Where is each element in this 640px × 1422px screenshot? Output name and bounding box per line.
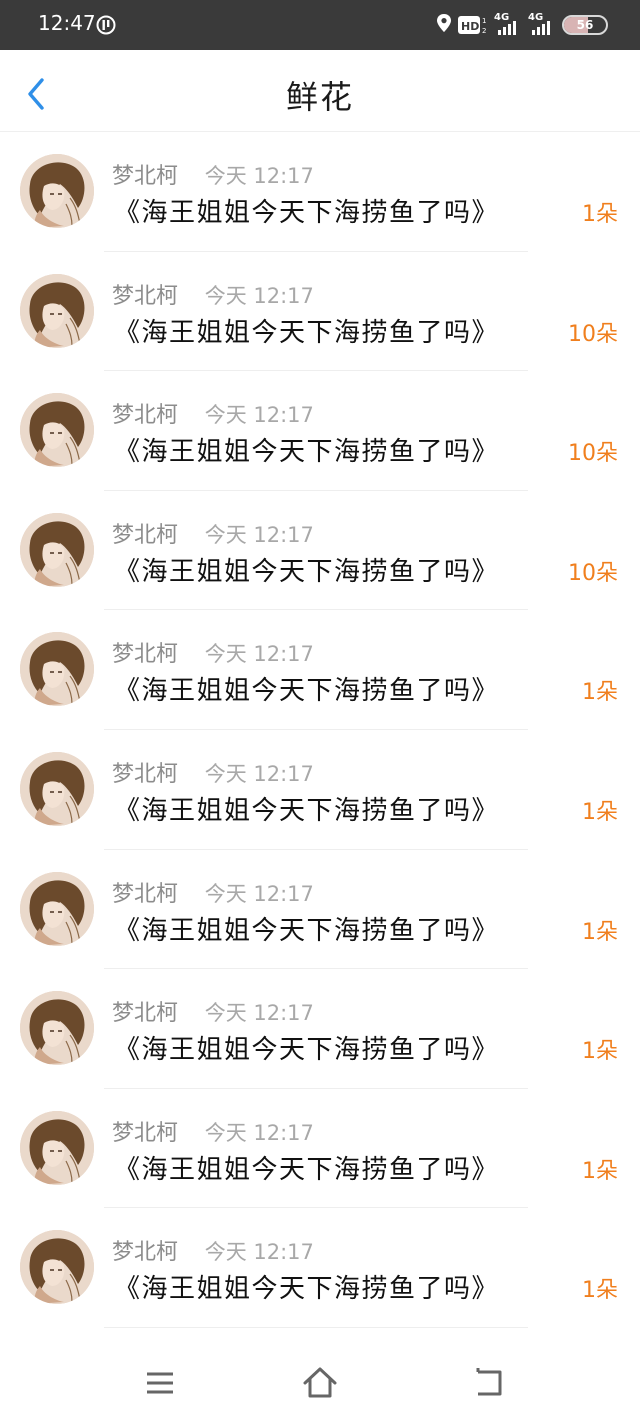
list-item[interactable]: 梦北柯 今天 12:17 《海王姐姐今天下海捞鱼了吗》 10朵 xyxy=(0,491,640,611)
notification-icon xyxy=(96,15,116,35)
battery-level: 56 xyxy=(576,18,594,32)
avatar[interactable] xyxy=(20,1230,94,1305)
record-meta: 梦北柯 今天 12:17 xyxy=(112,1115,314,1147)
book-title: 《海王姐姐今天下海捞鱼了吗》 xyxy=(114,198,500,228)
sender-name: 梦北柯 xyxy=(112,761,179,787)
divider xyxy=(104,1326,528,1328)
list-item[interactable]: 梦北柯 今天 12:17 《海王姐姐今天下海捞鱼了吗》 1朵 xyxy=(0,969,640,1089)
sender-name: 梦北柯 xyxy=(112,1120,179,1146)
book-title: 《海王姐姐今天下海捞鱼了吗》 xyxy=(114,1154,500,1185)
status-icons: HD 1 2 4G 4G 56 xyxy=(436,12,608,38)
flower-count: 1朵 xyxy=(582,1158,618,1184)
record-meta: 梦北柯 今天 12:17 xyxy=(112,876,314,908)
avatar[interactable] xyxy=(20,154,94,228)
flower-count: 10朵 xyxy=(568,560,618,586)
avatar[interactable] xyxy=(20,871,94,946)
sender-name: 梦北柯 xyxy=(112,283,179,309)
list-item[interactable]: 梦北柯 今天 12:17 《海王姐姐今天下海捞鱼了吗》 1朵 xyxy=(0,850,640,970)
menu-button[interactable] xyxy=(143,1366,177,1400)
record-meta: 梦北柯 今天 12:17 xyxy=(112,756,314,788)
book-title: 《海王姐姐今天下海捞鱼了吗》 xyxy=(114,1035,500,1066)
header-bar: 鲜花 xyxy=(0,50,640,132)
page-title: 鲜花 xyxy=(285,78,354,116)
return-icon xyxy=(476,1368,502,1396)
record-time: 今天 12:17 xyxy=(204,1120,314,1145)
hd-icon: HD 1 2 xyxy=(458,15,488,35)
list-item[interactable]: 梦北柯 今天 12:17 《海王姐姐今天下海捞鱼了吗》 1朵 xyxy=(0,1089,640,1209)
book-title: 《海王姐姐今天下海捞鱼了吗》 xyxy=(114,437,500,468)
book-title: 《海王姐姐今天下海捞鱼了吗》 xyxy=(114,556,500,587)
record-meta: 梦北柯 今天 12:17 xyxy=(112,278,314,310)
list-item[interactable]: 梦北柯 今天 12:17 《海王姐姐今天下海捞鱼了吗》 1朵 xyxy=(0,730,640,850)
sender-name: 梦北柯 xyxy=(112,403,179,429)
avatar[interactable] xyxy=(20,512,94,587)
record-meta: 梦北柯 今天 12:17 xyxy=(112,636,314,668)
list-item[interactable]: 梦北柯 今天 12:17 《海王姐姐今天下海捞鱼了吗》 1朵 xyxy=(0,610,640,730)
record-time: 今天 12:17 xyxy=(204,881,314,906)
signal-icon-1: 4G xyxy=(494,13,522,36)
battery-icon: 56 xyxy=(562,15,608,35)
flower-record-list: 梦北柯 今天 12:17 《海王姐姐今天下海捞鱼了吗》 1朵 梦北柯 今天 12… xyxy=(0,132,640,1328)
flower-count: 1朵 xyxy=(582,202,618,227)
record-meta: 梦北柯 今天 12:17 xyxy=(112,397,314,429)
avatar[interactable] xyxy=(20,632,94,707)
book-title: 《海王姐姐今天下海捞鱼了吗》 xyxy=(114,676,500,707)
flower-count: 1朵 xyxy=(582,1039,618,1065)
home-icon xyxy=(303,1367,337,1398)
list-item[interactable]: 梦北柯 今天 12:17 《海王姐姐今天下海捞鱼了吗》 10朵 xyxy=(0,371,640,491)
record-time: 今天 12:17 xyxy=(204,283,314,308)
flower-count: 1朵 xyxy=(582,799,618,825)
list-item[interactable]: 梦北柯 今天 12:17 《海王姐姐今天下海捞鱼了吗》 10朵 xyxy=(0,252,640,372)
sender-name: 梦北柯 xyxy=(112,164,179,189)
record-time: 今天 12:17 xyxy=(204,164,314,188)
sender-name: 梦北柯 xyxy=(112,642,179,668)
status-bar: 12:47 HD 1 2 4G 4G 56 xyxy=(0,0,640,50)
list-item[interactable]: 梦北柯 今天 12:17 《海王姐姐今天下海捞鱼了吗》 1朵 xyxy=(0,1208,640,1328)
hd-label: HD xyxy=(461,20,479,33)
system-nav-bar xyxy=(0,1340,640,1422)
record-time: 今天 12:17 xyxy=(204,642,314,667)
avatar[interactable] xyxy=(20,273,94,348)
record-time: 今天 12:17 xyxy=(204,761,314,786)
list-item[interactable]: 梦北柯 今天 12:17 《海王姐姐今天下海捞鱼了吗》 1朵 xyxy=(0,132,640,252)
record-meta: 梦北柯 今天 12:17 xyxy=(112,158,314,190)
book-title: 《海王姐姐今天下海捞鱼了吗》 xyxy=(114,795,500,826)
svg-text:1: 1 xyxy=(482,17,486,25)
flower-count: 10朵 xyxy=(568,441,618,467)
menu-icon xyxy=(147,1372,173,1394)
record-meta: 梦北柯 今天 12:17 xyxy=(112,1234,314,1266)
sender-name: 梦北柯 xyxy=(112,522,179,548)
flower-count: 1朵 xyxy=(582,1278,618,1304)
avatar[interactable] xyxy=(20,991,94,1066)
status-time: 12:47 xyxy=(38,11,96,35)
flower-count: 1朵 xyxy=(582,680,618,706)
avatar[interactable] xyxy=(20,751,94,826)
book-title: 《海王姐姐今天下海捞鱼了吗》 xyxy=(114,915,500,946)
return-button[interactable] xyxy=(472,1366,506,1400)
signal-icon-2: 4G xyxy=(528,13,556,36)
record-time: 今天 12:17 xyxy=(204,1240,314,1265)
sender-name: 梦北柯 xyxy=(112,881,179,907)
record-meta: 梦北柯 今天 12:17 xyxy=(112,517,314,549)
record-time: 今天 12:17 xyxy=(204,522,314,547)
avatar[interactable] xyxy=(20,393,94,468)
location-icon xyxy=(436,13,452,37)
sender-name: 梦北柯 xyxy=(112,1001,179,1027)
book-title: 《海王姐姐今天下海捞鱼了吗》 xyxy=(114,1274,500,1305)
flower-count: 1朵 xyxy=(582,919,618,945)
record-meta: 梦北柯 今天 12:17 xyxy=(112,995,314,1027)
svg-text:2: 2 xyxy=(482,27,486,35)
record-time: 今天 12:17 xyxy=(204,403,314,428)
record-time: 今天 12:17 xyxy=(204,1001,314,1026)
avatar[interactable] xyxy=(20,1110,94,1185)
book-title: 《海王姐姐今天下海捞鱼了吗》 xyxy=(114,317,500,348)
flower-count: 10朵 xyxy=(568,321,618,347)
sender-name: 梦北柯 xyxy=(112,1240,179,1266)
home-button[interactable] xyxy=(302,1366,337,1400)
